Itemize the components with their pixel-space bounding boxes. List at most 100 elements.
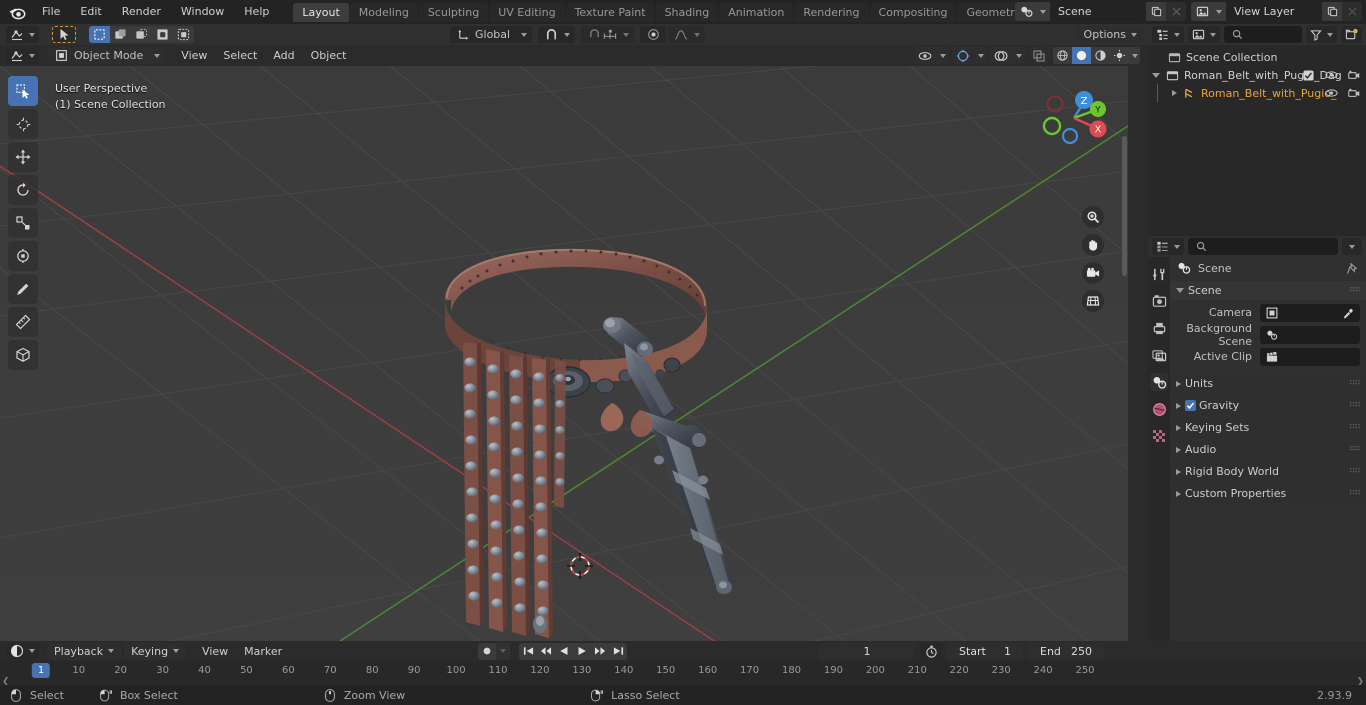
shading-wireframe-icon[interactable] [1053, 47, 1072, 64]
disclosure-triangle-icon[interactable] [1176, 402, 1181, 409]
field-active-clip-input[interactable] [1260, 347, 1360, 366]
zoom-icon[interactable] [1082, 206, 1104, 228]
disclosure-triangle-icon[interactable] [1176, 490, 1181, 497]
viewport-vertical-scrollbar[interactable] [1122, 136, 1127, 276]
disclosure-triangle-icon[interactable] [1172, 90, 1177, 96]
transform-orientation-dropdown[interactable]: Global [450, 26, 533, 43]
viewport-options-dropdown[interactable]: Options [1076, 24, 1144, 45]
scene-selector[interactable]: Scene [1015, 2, 1186, 21]
gravity-checkbox[interactable] [1185, 400, 1196, 411]
properties-editor-icon[interactable] [1152, 238, 1184, 255]
shading-rendered-icon[interactable] [1110, 47, 1129, 64]
tab-animation[interactable]: Animation [719, 2, 794, 22]
editor-type-3dview-icon[interactable] [6, 26, 39, 43]
shading-solid-icon[interactable] [1072, 47, 1091, 64]
tool-measure[interactable] [8, 307, 38, 337]
timeline-editor-icon[interactable] [6, 642, 39, 660]
select-extend-icon[interactable] [110, 26, 131, 43]
timeline-menu-view[interactable]: View [194, 643, 236, 660]
outliner-search-input[interactable] [1224, 26, 1302, 43]
panel-rigid-body-world[interactable]: Rigid Body World [1170, 462, 1366, 481]
view-layer-icon[interactable] [1191, 2, 1226, 21]
timeline-menu-keying[interactable]: Keying [124, 642, 187, 660]
shading-material-preview-icon[interactable] [1091, 47, 1110, 64]
tab-sculpting[interactable]: Sculpting [418, 2, 489, 22]
properties-search-input[interactable] [1188, 238, 1338, 255]
checkbox-exclude-icon[interactable] [1300, 67, 1316, 83]
eye-icon[interactable] [1323, 67, 1339, 83]
object-visibility-dropdown[interactable] [914, 47, 949, 64]
properties-tab-tool[interactable] [1150, 265, 1168, 283]
properties-options-dropdown[interactable] [1342, 238, 1362, 255]
snapping-toggle[interactable] [581, 26, 635, 43]
tab-rendering[interactable]: Rendering [794, 2, 869, 22]
shading-options-dropdown[interactable] [1129, 47, 1140, 64]
properties-tab-world[interactable] [1150, 400, 1168, 418]
outliner-row-collection[interactable]: Roman_Belt_with_Pugio_Dag [1148, 66, 1366, 84]
disclosure-triangle-icon[interactable] [1152, 72, 1160, 78]
field-camera-input[interactable] [1260, 303, 1360, 322]
tab-compositing[interactable]: Compositing [869, 2, 957, 22]
prev-keyframe-button[interactable] [537, 642, 555, 660]
panel-custom-properties[interactable]: Custom Properties [1170, 484, 1366, 503]
panel-scene-header[interactable]: Scene [1170, 281, 1366, 300]
select-subtract-icon[interactable] [131, 26, 152, 43]
select-intersect-icon[interactable] [173, 26, 194, 43]
tool-tweak-select-box[interactable] [8, 76, 38, 106]
stopwatch-icon[interactable] [920, 642, 942, 660]
properties-tab-output[interactable] [1150, 319, 1168, 337]
disclosure-triangle-icon[interactable] [1176, 288, 1184, 293]
panel-units[interactable]: Units [1170, 374, 1366, 393]
menu-render[interactable]: Render [112, 2, 171, 22]
timeline-ruler[interactable]: 1 10 20 30 40 50 60 70 80 90 100 110 120 130 140 150 16… [0, 661, 1366, 687]
tool-move[interactable] [8, 142, 38, 172]
disclosure-triangle-icon[interactable] [1176, 468, 1181, 475]
new-collection-icon[interactable] [1341, 26, 1362, 43]
scene-name[interactable]: Scene [1050, 2, 1146, 21]
auto-keying-toggle[interactable] [478, 642, 496, 660]
tool-transform[interactable] [8, 241, 38, 271]
new-view-layer-button[interactable] [1322, 2, 1342, 21]
properties-tab-texture[interactable] [1150, 427, 1168, 445]
scene-icon[interactable] [1015, 2, 1050, 21]
viewport-editor-type-icon[interactable] [6, 47, 39, 64]
hand-pan-icon[interactable] [1082, 234, 1104, 256]
unlink-scene-button[interactable] [1166, 2, 1186, 21]
blender-logo-icon[interactable] [6, 1, 28, 23]
outliner-row-object[interactable]: Roman_Belt_with_Pugio_ [1148, 84, 1366, 102]
field-background-scene-input[interactable] [1260, 325, 1360, 344]
auto-keying-options-dropdown[interactable] [496, 642, 510, 660]
menu-window[interactable]: Window [171, 2, 234, 22]
tool-cursor[interactable] [8, 109, 38, 139]
properties-editor[interactable]: Scene Scene Camera Background Scene Acti… [1148, 257, 1366, 684]
tab-shading[interactable]: Shading [655, 2, 719, 22]
panel-keying-sets[interactable]: Keying Sets [1170, 418, 1366, 437]
tab-texture-paint[interactable]: Texture Paint [565, 2, 655, 22]
viewport-menu-object[interactable]: Object [303, 47, 355, 64]
overlays-toggle[interactable] [990, 47, 1025, 64]
pin-icon[interactable] [1344, 260, 1360, 276]
play-button[interactable] [573, 642, 591, 660]
properties-tab-view-layer[interactable] [1150, 346, 1168, 364]
frame-start-field[interactable]: Start 1 [947, 642, 1023, 660]
jump-to-end-button[interactable] [609, 642, 627, 660]
new-scene-button[interactable] [1146, 2, 1166, 21]
disclosure-triangle-icon[interactable] [1176, 424, 1181, 431]
active-tool-icon[interactable] [52, 26, 76, 43]
timeline-menu-playback[interactable]: Playback [47, 642, 122, 660]
3d-viewport[interactable]: User Perspective (1) Scene Collection Z … [0, 66, 1128, 641]
eyedropper-icon[interactable] [1340, 306, 1356, 322]
viewport-menu-select[interactable]: Select [215, 47, 265, 64]
tool-add-cube[interactable] [8, 340, 38, 370]
properties-tab-render[interactable] [1150, 292, 1168, 310]
gizmos-toggle[interactable] [952, 47, 987, 64]
panel-gravity[interactable]: Gravity [1170, 396, 1366, 415]
outliner[interactable]: Scene Collection Roman_Belt_with_Pugio_D… [1148, 45, 1366, 236]
menu-help[interactable]: Help [234, 2, 279, 22]
camera-render-icon[interactable] [1346, 67, 1362, 83]
properties-tab-scene[interactable] [1150, 373, 1168, 391]
next-keyframe-button[interactable] [591, 642, 609, 660]
play-reverse-button[interactable] [555, 642, 573, 660]
options-button[interactable]: Options [1076, 26, 1144, 43]
disclosure-triangle-icon[interactable] [1176, 446, 1181, 453]
